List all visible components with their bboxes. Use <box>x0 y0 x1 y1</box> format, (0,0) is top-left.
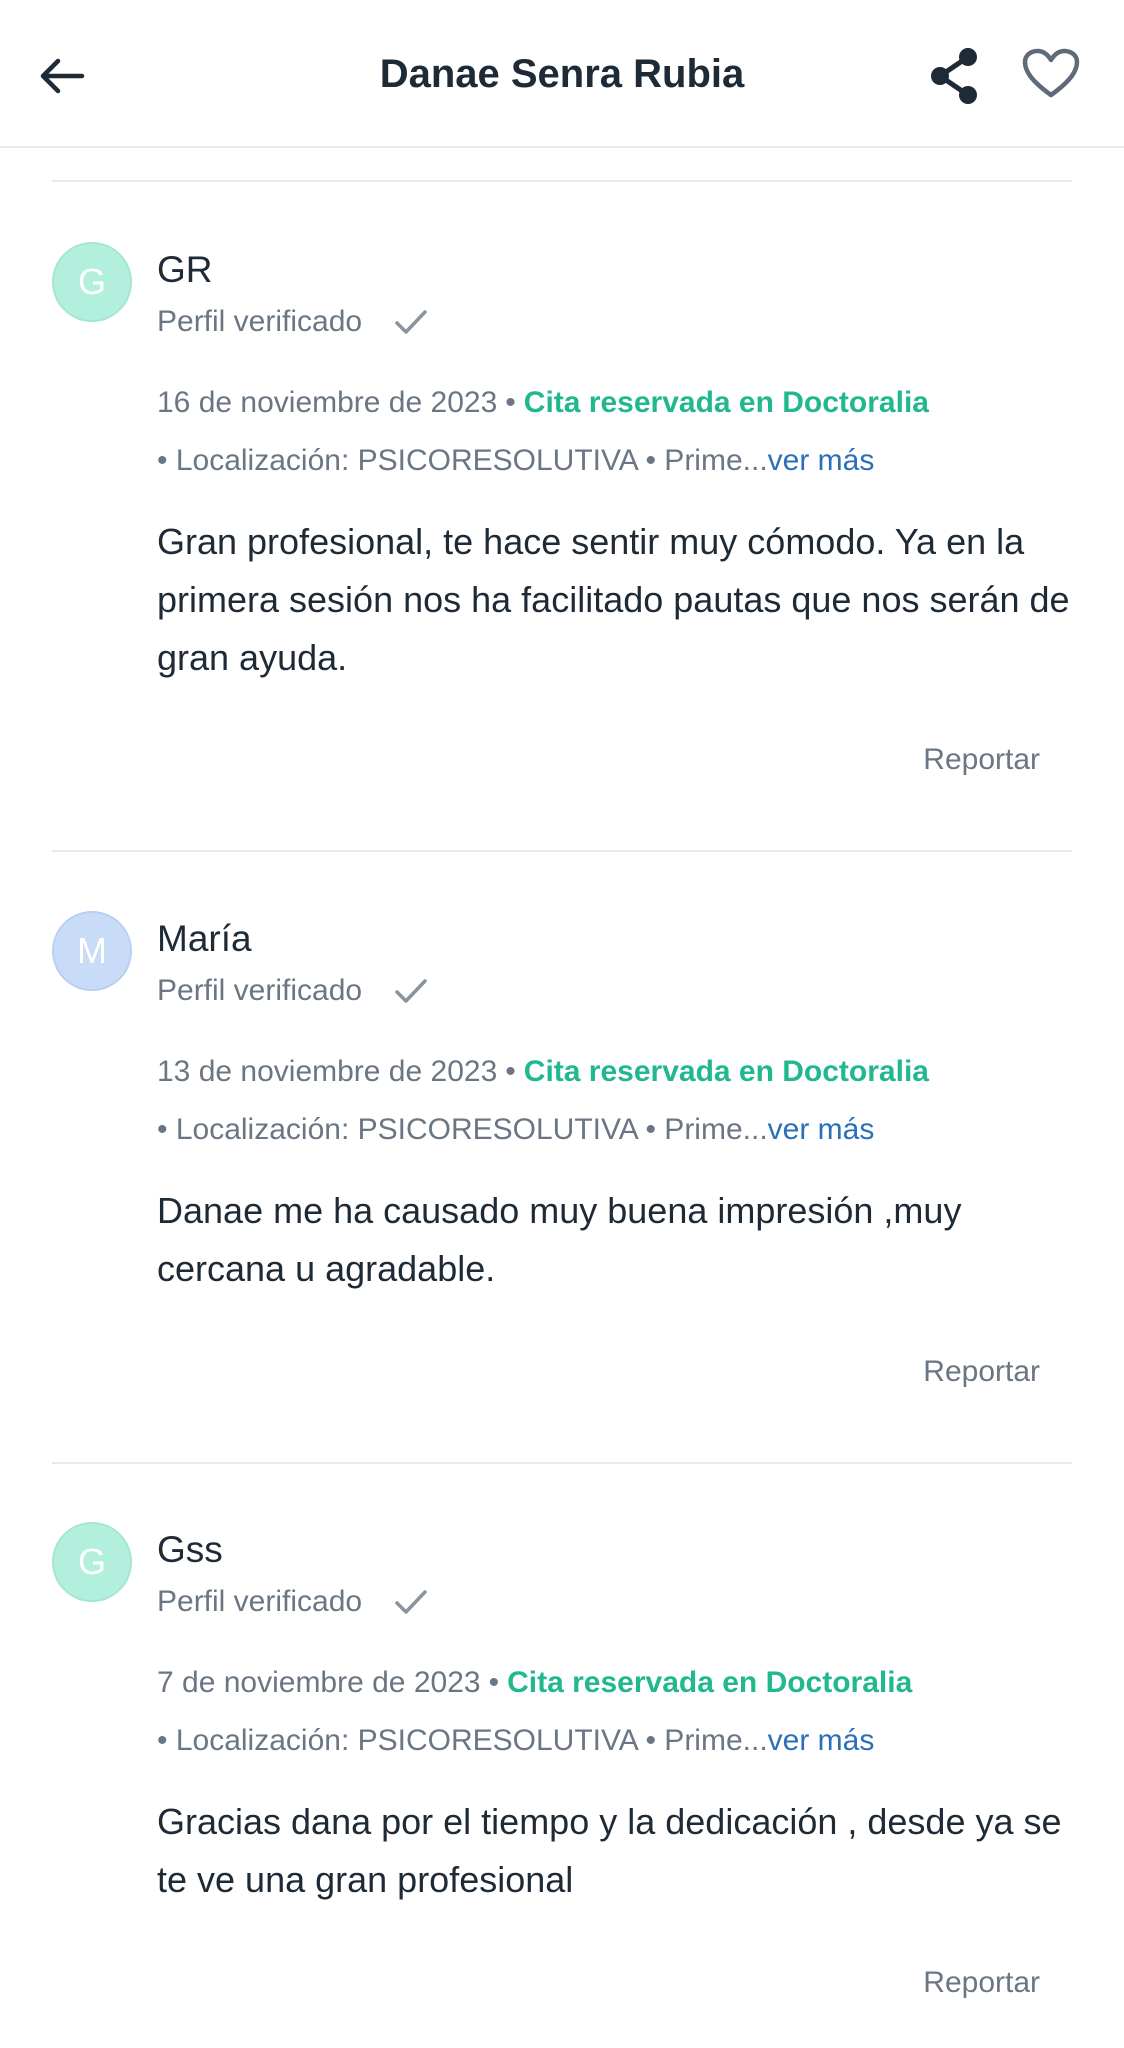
check-icon <box>394 304 430 340</box>
review-date: 13 de noviembre de 2023 <box>157 1055 498 1088</box>
review-meta: 13 de noviembre de 2023 • Cita reservada e… <box>157 1051 929 1093</box>
check-icon <box>394 973 430 1009</box>
favorite-button[interactable] <box>1012 38 1090 110</box>
heart-icon <box>1022 48 1080 98</box>
separator-dot: • <box>505 386 516 419</box>
report-link[interactable]: Reportar <box>923 1352 1040 1392</box>
verified-row: Perfil verificado <box>157 971 430 1011</box>
verified-label: Perfil verificado <box>157 1585 363 1618</box>
review-meta: 7 de noviembre de 2023 • Cita reservada en… <box>157 1662 912 1704</box>
see-more-link[interactable]: ver más <box>768 444 875 477</box>
divider <box>52 850 1072 852</box>
review-text: Gran profesional, te hace sentir muy cóm… <box>157 521 1070 678</box>
review-text: Danae me ha causado muy buena impresión … <box>157 1190 962 1289</box>
arrow-left-icon <box>40 58 85 94</box>
verified-row: Perfil verificado <box>157 1582 430 1622</box>
location-text: • Localización: PSICORESOLUTIVA • Prime.… <box>157 1724 768 1757</box>
avatar: G <box>52 1522 132 1602</box>
share-button[interactable] <box>918 40 990 112</box>
check-icon <box>394 1584 430 1620</box>
review-date: 16 de noviembre de 2023 <box>157 386 498 419</box>
app-header: Danae Senra Rubia <box>0 0 1124 148</box>
location-text: • Localización: PSICORESOLUTIVA • Prime.… <box>157 1113 768 1146</box>
divider <box>52 180 1072 182</box>
report-link[interactable]: Reportar <box>923 740 1040 780</box>
location-text: • Localización: PSICORESOLUTIVA • Prime.… <box>157 444 768 477</box>
reviewer-name: María <box>157 918 252 959</box>
review-text: Gracias dana por el tiempo y la dedicaci… <box>157 1801 1062 1900</box>
share-icon <box>931 48 977 104</box>
review-location: • Localización: PSICORESOLUTIVA • Prime.… <box>157 1720 874 1762</box>
reviewer-name: GR <box>157 249 213 290</box>
see-more-link[interactable]: ver más <box>768 1113 875 1146</box>
verified-label: Perfil verificado <box>157 974 363 1007</box>
review-location: • Localización: PSICORESOLUTIVA • Prime.… <box>157 1109 874 1151</box>
avatar: G <box>52 242 132 322</box>
review-location: • Localización: PSICORESOLUTIVA • Prime.… <box>157 440 874 482</box>
verified-label: Perfil verificado <box>157 305 363 338</box>
back-button[interactable] <box>30 40 94 112</box>
review-date: 7 de noviembre de 2023 <box>157 1666 481 1699</box>
separator-dot: • <box>488 1666 500 1699</box>
see-more-link[interactable]: ver más <box>768 1724 875 1757</box>
booked-badge: Cita reservada en Doctoralia <box>523 1055 929 1088</box>
avatar: M <box>52 911 132 991</box>
separator-dot: • <box>505 1055 516 1088</box>
verified-row: Perfil verificado <box>157 302 430 342</box>
reviews-page: Danae Senra Rubia G GR Perfil verificado <box>0 0 1124 2048</box>
page-title: Danae Senra Rubia <box>379 52 745 96</box>
booked-badge: Cita reservada en Doctoralia <box>507 1666 913 1699</box>
booked-badge: Cita reservada en Doctoralia <box>523 386 929 419</box>
reviewer-name: Gss <box>157 1529 223 1570</box>
divider <box>52 1462 1072 1464</box>
review-meta: 16 de noviembre de 2023 • Cita reservada e… <box>157 382 929 424</box>
report-link[interactable]: Reportar <box>923 1963 1040 2003</box>
